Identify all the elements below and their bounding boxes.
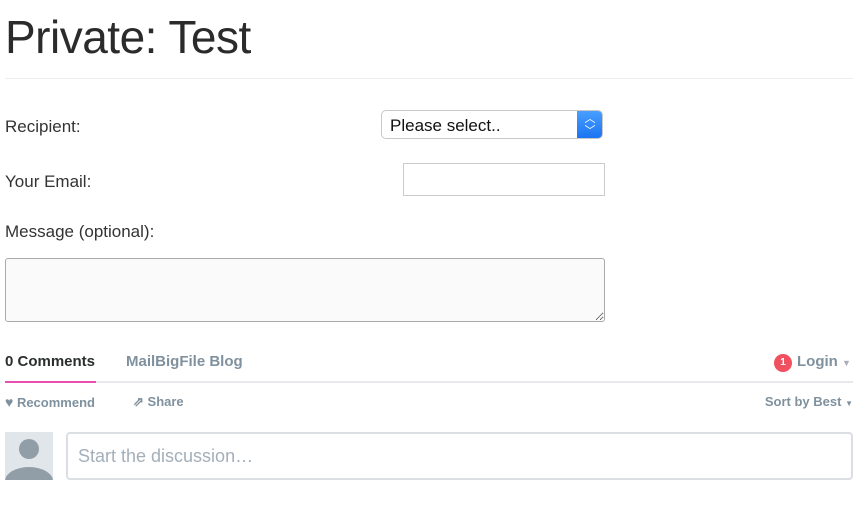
user-icon	[5, 439, 53, 480]
recommend-button[interactable]: ♥ Recommend	[5, 394, 95, 410]
sort-dropdown[interactable]: Sort by Best ▼	[765, 394, 853, 409]
message-field[interactable]	[5, 258, 605, 322]
email-label: Your Email:	[5, 172, 92, 191]
tab-divider	[5, 381, 853, 383]
caret-down-icon: ▼	[842, 358, 851, 368]
chevron-updown-icon: ︿ ﹀	[577, 111, 602, 138]
email-field[interactable]	[403, 163, 605, 196]
comment-input[interactable]: Start the discussion…	[66, 432, 853, 480]
tab-comments[interactable]: 0 Comments	[5, 353, 95, 370]
share-label: Share	[147, 394, 184, 409]
recipient-select[interactable]: Please select.. ︿ ﹀	[381, 110, 603, 139]
recipient-label: Recipient:	[5, 117, 81, 136]
tab-community[interactable]: MailBigFile Blog	[126, 353, 243, 370]
recipient-value: Please select..	[390, 116, 501, 135]
recommend-label: Recommend	[16, 395, 95, 410]
divider	[5, 78, 853, 79]
caret-down-icon: ▼	[845, 399, 853, 408]
notification-badge: 1	[774, 354, 792, 372]
sort-label: Sort by Best	[764, 394, 842, 409]
active-tab-indicator	[5, 381, 96, 383]
message-label: Message (optional):	[5, 222, 155, 241]
share-button[interactable]: ⇗ Share	[133, 394, 184, 410]
heart-icon: ♥	[5, 394, 14, 410]
avatar	[5, 432, 53, 480]
comment-placeholder: Start the discussion…	[78, 446, 254, 466]
page-title: Private: Test	[5, 11, 251, 63]
login-button[interactable]: 1 Login ▼	[774, 353, 851, 372]
share-icon: ⇗	[133, 394, 144, 409]
login-label: Login	[797, 353, 838, 370]
